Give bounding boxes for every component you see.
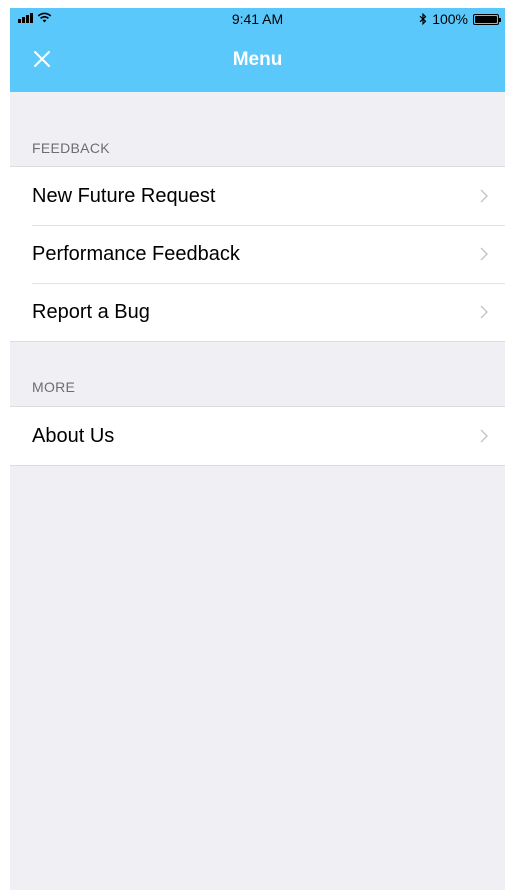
chevron-right-icon bbox=[480, 429, 489, 443]
menu-content: FEEDBACK New Future Request Performance … bbox=[10, 92, 505, 466]
nav-bar: Menu bbox=[10, 31, 505, 92]
menu-item-performance-feedback[interactable]: Performance Feedback bbox=[10, 225, 505, 283]
menu-item-about-us[interactable]: About Us bbox=[10, 407, 505, 465]
battery-percent: 100% bbox=[432, 11, 468, 27]
menu-item-label: Report a Bug bbox=[32, 300, 150, 323]
section-header-feedback: FEEDBACK bbox=[32, 140, 110, 156]
chevron-right-icon bbox=[480, 305, 489, 319]
menu-item-new-future-request[interactable]: New Future Request bbox=[10, 167, 505, 225]
chevron-right-icon bbox=[480, 247, 489, 261]
chevron-right-icon bbox=[480, 189, 489, 203]
app-screen: 9:41 AM 100% Menu FEEDBACK New Future Re… bbox=[10, 8, 505, 890]
bluetooth-icon bbox=[419, 13, 427, 25]
menu-item-report-a-bug[interactable]: Report a Bug bbox=[10, 283, 505, 341]
menu-item-label: About Us bbox=[32, 424, 115, 447]
menu-item-label: New Future Request bbox=[32, 184, 216, 207]
feedback-list: New Future Request Performance Feedback … bbox=[10, 166, 505, 342]
menu-item-label: Performance Feedback bbox=[32, 242, 240, 265]
page-title: Menu bbox=[232, 49, 283, 70]
battery-icon bbox=[473, 13, 501, 25]
more-list: About Us bbox=[10, 406, 505, 466]
status-right: 100% bbox=[419, 11, 501, 27]
status-bar: 9:41 AM 100% bbox=[10, 8, 505, 31]
section-header-more: MORE bbox=[32, 379, 76, 395]
